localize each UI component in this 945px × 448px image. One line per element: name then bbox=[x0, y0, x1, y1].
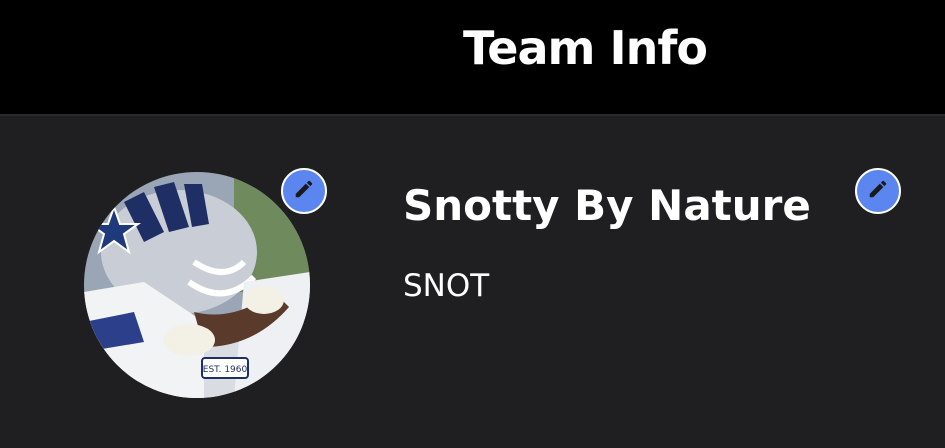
pencil-icon bbox=[867, 178, 889, 204]
team-avatar[interactable]: EST. 1960 bbox=[84, 172, 310, 398]
edit-team-name-button[interactable] bbox=[855, 168, 901, 214]
avatar-badge-text: EST. 1960 bbox=[203, 365, 248, 375]
avatar-image: EST. 1960 bbox=[84, 172, 310, 398]
top-bar: Team Info bbox=[0, 0, 945, 114]
page-title: Team Info bbox=[463, 21, 708, 75]
team-abbreviation: SNOT bbox=[403, 268, 490, 304]
team-info-card: EST. 1960 Snotty By Nature SNOT bbox=[0, 114, 945, 448]
pencil-icon bbox=[293, 178, 315, 204]
team-name: Snotty By Nature bbox=[403, 181, 811, 230]
edit-avatar-button[interactable] bbox=[281, 168, 327, 214]
